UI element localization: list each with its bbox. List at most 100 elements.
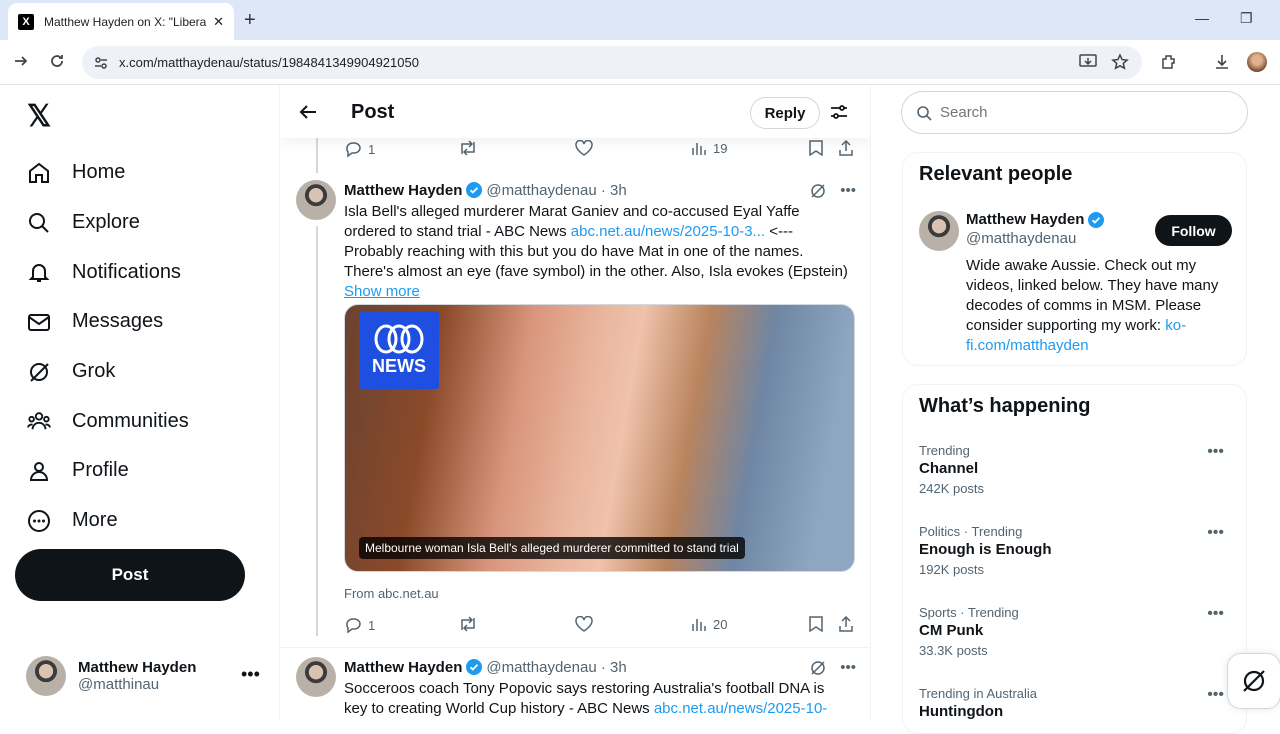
verified-badge-icon [466, 659, 483, 675]
verified-badge-icon [466, 182, 483, 198]
share-icon[interactable] [838, 140, 854, 156]
trend-posts: 242K posts [919, 481, 985, 496]
tweet-time[interactable]: · 3h [601, 659, 627, 676]
nav-label: Explore [72, 211, 140, 234]
link-source[interactable]: From abc.net.au [344, 586, 439, 601]
bookmark-star-icon[interactable] [1111, 53, 1129, 71]
browser-tab[interactable]: X Matthew Hayden on X: "Liberal ✕ [8, 3, 234, 40]
back-arrow-icon[interactable] [298, 102, 318, 122]
trend-name: Huntingdon [919, 703, 1004, 720]
reply-action[interactable]: 1 [344, 616, 375, 634]
person-info[interactable]: Matthew Hayden @matthaydenau [966, 211, 1105, 247]
tweet-handle[interactable]: @matthaydenau [486, 659, 596, 676]
link-card-image[interactable]: NEWS Melbourne woman Isla Bell's alleged… [344, 304, 855, 572]
reload-icon[interactable] [49, 53, 65, 69]
tweet-author-name[interactable]: Matthew Hayden [344, 659, 462, 676]
repost-icon[interactable] [458, 616, 478, 632]
tweet-more-icon[interactable]: ••• [840, 182, 856, 199]
like-icon[interactable] [575, 616, 593, 632]
browser-profile-avatar[interactable] [1247, 52, 1267, 72]
new-tab-button[interactable]: + [244, 9, 256, 32]
trend-more-icon[interactable]: ••• [1207, 686, 1224, 704]
abc-logo-text: NEWS [372, 355, 426, 376]
trend-item[interactable]: Trending in Australia Huntingdon ••• [919, 686, 1234, 720]
grok-icon [27, 360, 51, 384]
install-app-icon[interactable] [1079, 54, 1097, 70]
search-input[interactable] [940, 104, 1200, 121]
reply-action[interactable]: 1 [344, 140, 375, 158]
trend-item[interactable]: Politics · Trending Enough is Enough 192… [919, 524, 1234, 577]
repost-icon[interactable] [458, 140, 478, 156]
extensions-icon[interactable] [1160, 53, 1178, 71]
page-title: Post [351, 101, 395, 123]
trend-posts: 33.3K posts [919, 643, 988, 658]
reply-count: 1 [368, 617, 376, 633]
trend-item[interactable]: Sports · Trending CM Punk 33.3K posts ••… [919, 605, 1234, 658]
view-count: 20 [713, 616, 728, 632]
nav-label: Profile [72, 459, 129, 482]
url-text: x.com/matthaydenau/status/19848413499049… [119, 55, 419, 70]
account-switcher[interactable]: Matthew Hayden @matthinau [26, 656, 196, 696]
nav-item-grok[interactable]: Grok [27, 347, 189, 397]
close-tab-icon[interactable]: ✕ [213, 14, 224, 30]
avatar[interactable] [919, 211, 959, 251]
views-icon [692, 619, 706, 631]
nav-item-more[interactable]: More [27, 496, 189, 546]
trend-more-icon[interactable]: ••• [1207, 524, 1224, 542]
like-icon[interactable] [575, 140, 593, 156]
post-header: Post Reply [280, 86, 870, 138]
nav-item-explore[interactable]: Explore [27, 198, 189, 248]
relevant-people-title: Relevant people [919, 163, 1073, 185]
nav-item-communities[interactable]: Communities [27, 396, 189, 446]
nav-label: Grok [72, 360, 116, 383]
minimize-icon[interactable]: — [1195, 10, 1209, 26]
post-button[interactable]: Post [15, 549, 245, 601]
tweet-avatar[interactable] [296, 180, 336, 220]
tweet-link[interactable]: abc.net.au/news/2025-10-3... [571, 223, 765, 240]
trend-meta: Politics · Trending [919, 524, 1023, 539]
grok-floating-button[interactable] [1227, 653, 1280, 709]
x-logo-icon[interactable]: 𝕏 [27, 99, 51, 134]
abc-news-logo: NEWS [359, 311, 439, 389]
tweet-avatar[interactable] [296, 657, 336, 697]
nav-label: Home [72, 161, 126, 184]
restore-icon[interactable]: ❐ [1240, 10, 1253, 27]
nav-item-profile[interactable]: Profile [27, 446, 189, 496]
person-handle: @matthaydenau [966, 230, 1077, 247]
nav-item-messages[interactable]: Messages [27, 297, 189, 347]
trend-item[interactable]: Trending Channel 242K posts ••• [919, 443, 1234, 496]
filter-icon[interactable] [830, 103, 848, 121]
follow-button[interactable]: Follow [1155, 215, 1232, 246]
account-more-icon[interactable]: ••• [241, 664, 260, 685]
show-more-link[interactable]: Show more [344, 283, 420, 300]
nav-label: More [72, 509, 118, 532]
tweet-author-name[interactable]: Matthew Hayden [344, 182, 462, 199]
grok-explain-icon[interactable] [810, 660, 826, 676]
view-count: 19 [713, 140, 728, 156]
tweet-more-icon[interactable]: ••• [840, 659, 856, 676]
address-bar[interactable]: x.com/matthaydenau/status/19848413499049… [82, 46, 1142, 79]
nav-item-notifications[interactable]: Notifications [27, 247, 189, 297]
tweet-line: <--- [765, 223, 793, 240]
grok-explain-icon[interactable] [810, 183, 826, 199]
share-icon[interactable] [838, 616, 854, 632]
site-settings-icon[interactable] [93, 55, 109, 71]
downloads-icon[interactable] [1213, 53, 1231, 71]
more-circle-icon [27, 509, 51, 533]
forward-icon[interactable] [13, 53, 29, 69]
trend-more-icon[interactable]: ••• [1207, 605, 1224, 623]
trend-more-icon[interactable]: ••• [1207, 443, 1224, 461]
nav-item-home[interactable]: Home [27, 148, 189, 198]
bookmark-icon[interactable] [809, 616, 823, 632]
search-box[interactable] [901, 91, 1248, 134]
nav-label: Notifications [72, 260, 181, 283]
reply-button[interactable]: Reply [750, 97, 820, 129]
tweet-time[interactable]: · 3h [601, 182, 627, 199]
tweet-handle[interactable]: @matthaydenau [486, 182, 596, 199]
views-action[interactable]: 20 [691, 616, 727, 632]
bookmark-icon[interactable] [809, 140, 823, 156]
tweet-link[interactable]: abc.net.au/news/2025-10- [654, 700, 827, 717]
mail-icon [27, 310, 51, 334]
account-name: Matthew Hayden [78, 659, 197, 676]
views-action[interactable]: 19 [691, 140, 727, 156]
